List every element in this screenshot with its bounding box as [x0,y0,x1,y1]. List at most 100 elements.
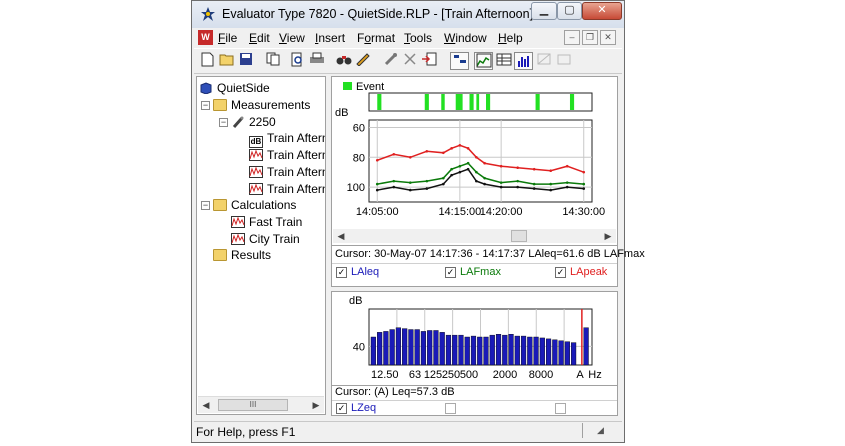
lapeak-checkbox[interactable]: ✓ [555,267,566,278]
menu-window[interactable]: Window [444,31,487,45]
menu-insert[interactable]: Insert [315,31,345,45]
project-tree[interactable]: QuietSide − Measurements − 2250 dB Train … [196,76,326,415]
event-bar [441,94,445,110]
series-point-lapeak [450,147,453,150]
menu-format[interactable]: Format [357,31,395,45]
minimize-button[interactable]: ▁ [531,2,557,20]
time-x-tick-label: 14:05:00 [356,206,399,218]
tree-item-calc-2[interactable]: City Train [231,231,300,247]
spectrum-bar [458,334,464,366]
tree-item-calc-1[interactable]: Fast Train [231,214,302,230]
spectrum-bar [508,334,514,366]
series-point-laleq [408,188,412,192]
spectrum-chart[interactable]: dB 40 12.50 63 125 250 500 2000 8000 A Hz [332,292,617,385]
tree-item-calculations[interactable]: Calculations [213,197,296,213]
event-bar [569,94,575,110]
layout-button[interactable] [450,52,469,70]
tree-item-measurement-3[interactable]: Train Aftern [249,164,325,180]
find-button[interactable] [334,52,353,70]
chart-scroll-thumb[interactable] [511,230,527,242]
save-button[interactable] [236,52,255,70]
table-button[interactable] [494,52,513,70]
wrench-button[interactable] [381,52,400,70]
print-button[interactable] [307,52,326,70]
menu-edit[interactable]: Edit [249,31,270,45]
series-point-lafmax [425,179,429,183]
spectrum-bar [539,337,545,366]
empty-checkbox-1[interactable] [445,403,456,414]
layout-icon [453,55,466,63]
scroll-left-button[interactable]: ◀ [198,397,214,413]
title-bar[interactable]: Evaluator Type 7820 - QuietSide.RLP - [T… [192,1,624,28]
document-icon[interactable]: W [198,30,213,45]
resize-grip-icon[interactable]: ◢ [597,425,604,436]
tree-horizontal-scrollbar[interactable]: ◀ III ▶ [198,396,324,413]
series-point-laleq [565,185,569,189]
disabled-tool-button-2[interactable] [554,52,573,70]
mdi-minimize-button[interactable]: – [564,30,580,45]
series-point-laleq [532,187,536,190]
open-button[interactable] [217,52,236,70]
spectrum-y-tick-label: 40 [353,341,365,353]
tree-item-results[interactable]: Results [213,247,271,263]
copy-button[interactable] [264,52,283,70]
series-point-laleq [582,187,586,190]
chart-scroll-right-button[interactable]: ▶ [600,228,616,244]
tree-item-device[interactable]: 2250 [231,114,276,130]
tree-item-measurement-2[interactable]: Train Aftern [249,147,325,163]
open-folder-icon [219,54,233,66]
chart-horizontal-scrollbar[interactable]: ◀ ▶ [333,229,616,243]
pen-button[interactable] [353,52,372,70]
series-point-laleq [466,167,470,171]
spectrum-bar [520,335,527,366]
lafmax-checkbox[interactable]: ✓ [445,267,456,278]
tree-item-measurement-1[interactable]: dB Train Aftern [249,130,325,148]
disabled-icon [557,54,570,65]
print-preview-button[interactable] [288,52,307,70]
empty-checkbox-2[interactable] [555,403,566,414]
chart-scroll-left-button[interactable]: ◀ [333,228,349,244]
event-legend-label: Event [356,81,384,93]
menu-file[interactable]: File [218,31,237,45]
series-point-lapeak [549,169,553,172]
menu-view[interactable]: View [279,31,305,45]
spectrum-x-tick-label: 500 [460,369,478,381]
lafmax-legend-label: LAFmax [460,266,501,278]
disabled-tool-button-1[interactable] [534,52,553,70]
new-button[interactable] [198,52,217,70]
series-point-lafmax [475,170,478,174]
spectrum-icon [517,56,529,67]
menu-tools[interactable]: Tools [404,31,432,45]
series-point-laleq [450,173,453,177]
scissors-icon [403,53,416,65]
laleq-checkbox[interactable]: ✓ [336,267,347,278]
expander-calculations[interactable]: − [201,201,210,210]
application-window: Evaluator Type 7820 - QuietSide.RLP - [T… [191,0,645,443]
time-profile-button[interactable] [474,52,493,70]
spectrum-bar [495,334,502,366]
expander-device[interactable]: − [219,118,228,127]
print-preview-icon [291,52,302,67]
mdi-restore-button[interactable]: ❐ [582,30,598,45]
scroll-right-button[interactable]: ▶ [308,397,324,413]
lzeq-checkbox[interactable]: ✓ [336,403,347,414]
tree-item-root[interactable]: QuietSide [199,80,270,96]
series-point-laleq [499,185,503,189]
save-icon [239,53,252,65]
event-bar [486,94,491,110]
time-y-tick-label: 80 [353,152,365,164]
tree-item-measurements[interactable]: Measurements [213,97,310,113]
spectrum-x-tick-label: 12.50 [371,369,399,381]
mdi-close-button[interactable]: ✕ [600,30,616,45]
import-button[interactable] [419,52,438,70]
scroll-thumb[interactable]: III [218,399,288,411]
expander-measurements[interactable]: − [201,101,210,110]
spectrum-button[interactable] [514,52,533,70]
menu-help[interactable]: Help [498,31,523,45]
time-profile-chart[interactable]: Event dB 100 80 60 14:05:00 14:15:0014:20:00 14… [332,77,617,245]
series-point-lapeak [516,166,519,170]
cut-button[interactable] [400,52,419,70]
tree-item-measurement-4[interactable]: Train Aftern [249,181,325,197]
close-button[interactable]: ✕ [582,2,622,20]
maximize-button[interactable]: ▢ [557,2,582,20]
